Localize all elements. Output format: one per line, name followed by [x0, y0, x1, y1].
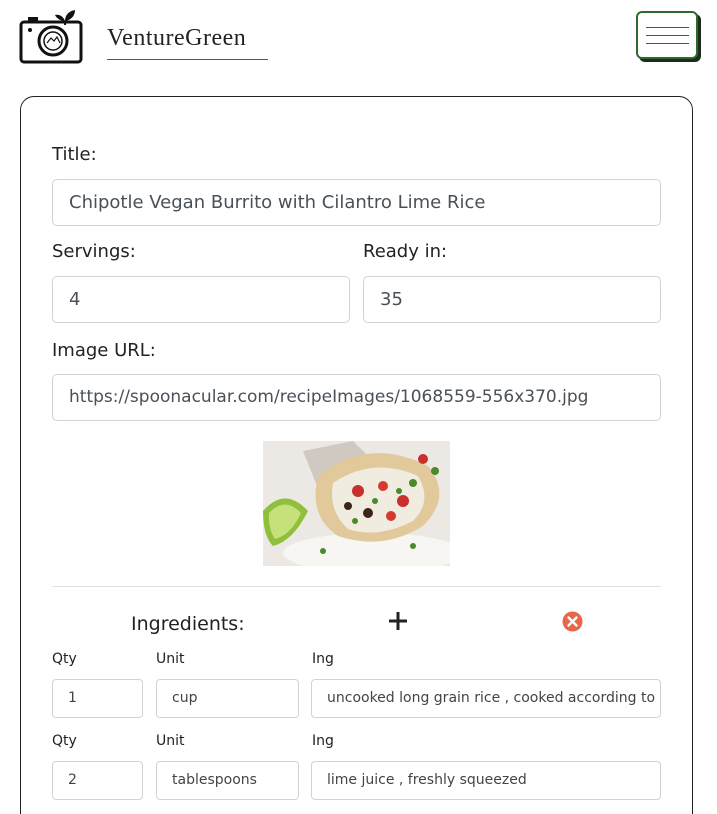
brand-name[interactable]: VentureGreen [107, 24, 246, 52]
unit-input[interactable]: tablespoons [156, 761, 299, 800]
brand-underline [107, 59, 268, 60]
unit-input[interactable]: cup [156, 679, 299, 718]
menu-line-icon [646, 27, 689, 28]
image-url-label: Image URL: [52, 340, 156, 361]
unit-header: Unit [156, 733, 185, 749]
qty-input[interactable]: 2 [52, 761, 143, 800]
add-ingredient-plus-icon[interactable] [387, 610, 409, 632]
ing-header: Ing [312, 651, 334, 667]
servings-label: Servings: [52, 241, 136, 262]
ready-in-input[interactable]: 35 [363, 276, 661, 323]
remove-ingredient-close-icon[interactable] [562, 611, 583, 632]
unit-header: Unit [156, 651, 185, 667]
title-input[interactable]: Chipotle Vegan Burrito with Cilantro Lim… [52, 179, 661, 226]
ready-in-label: Ready in: [363, 241, 448, 262]
camera-logo-icon[interactable] [19, 7, 85, 65]
ingredients-heading: Ingredients: [131, 613, 245, 635]
section-divider [52, 586, 661, 587]
servings-input[interactable]: 4 [52, 276, 350, 323]
ingredient-input[interactable]: uncooked long grain rice , cooked accord… [311, 679, 661, 718]
qty-header: Qty [52, 733, 77, 749]
qty-input[interactable]: 1 [52, 679, 143, 718]
recipe-preview-image [263, 441, 450, 566]
hamburger-menu-button[interactable] [636, 11, 698, 59]
ing-header: Ing [312, 733, 334, 749]
menu-line-icon [646, 43, 689, 44]
ingredient-input[interactable]: lime juice , freshly squeezed [311, 761, 661, 800]
title-label: Title: [52, 144, 97, 165]
menu-line-icon [646, 35, 689, 36]
qty-header: Qty [52, 651, 77, 667]
image-url-input[interactable]: https://spoonacular.com/recipeImages/106… [52, 374, 661, 421]
